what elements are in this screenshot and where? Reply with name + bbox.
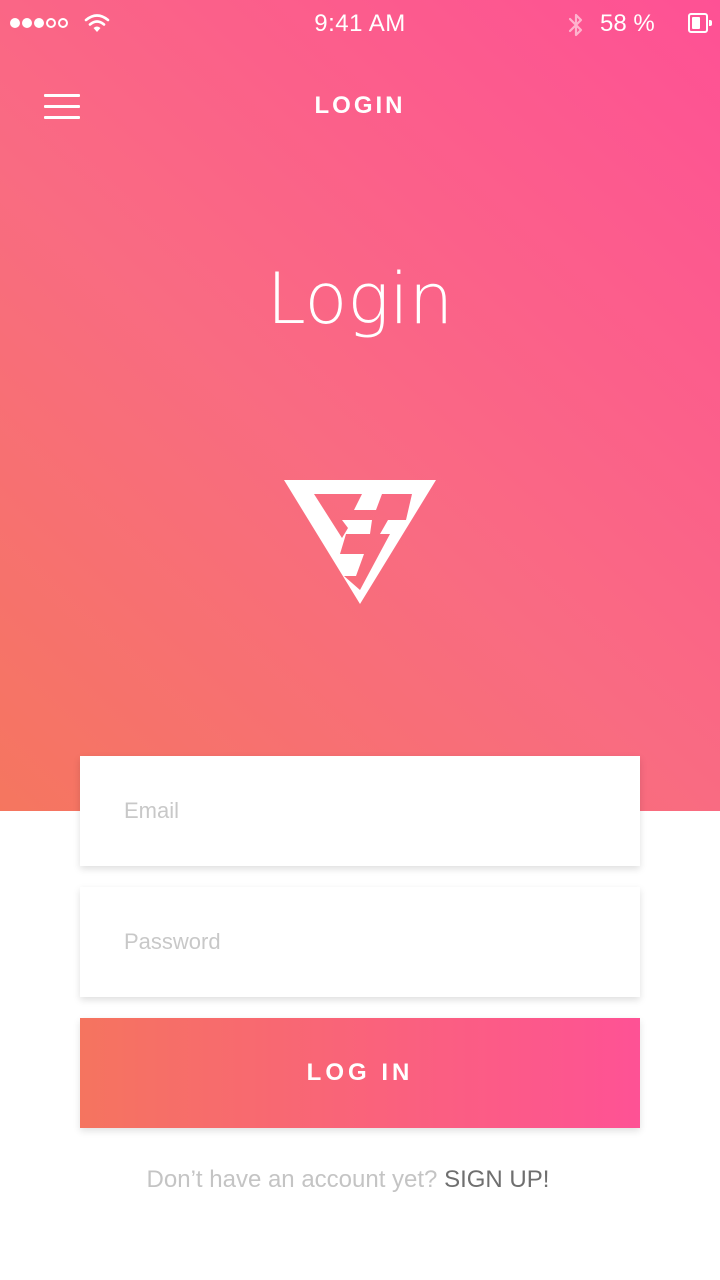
status-bar: 9:41 AM 58 %: [0, 0, 720, 48]
hero-background: [0, 0, 720, 811]
password-field[interactable]: [80, 887, 640, 997]
nav-title: LOGIN: [314, 92, 406, 119]
vs-logo: [284, 480, 436, 604]
signup-prompt-text: Don’t have an account yet?: [146, 1166, 438, 1193]
battery-level: [692, 17, 700, 29]
battery-percent: 58 %: [600, 10, 655, 37]
email-field[interactable]: [80, 756, 640, 866]
signup-link[interactable]: SIGN UP!: [444, 1166, 549, 1193]
bluetooth-icon: [568, 13, 583, 37]
battery-icon: [688, 13, 708, 33]
email-input[interactable]: [80, 756, 640, 866]
password-input[interactable]: [80, 887, 640, 997]
page-title: Login: [266, 258, 454, 340]
login-button[interactable]: LOG IN: [80, 1018, 640, 1128]
battery-terminal: [709, 20, 712, 26]
signup-prompt-line: Don’t have an account yet? SIGN UP!: [0, 1166, 696, 1194]
